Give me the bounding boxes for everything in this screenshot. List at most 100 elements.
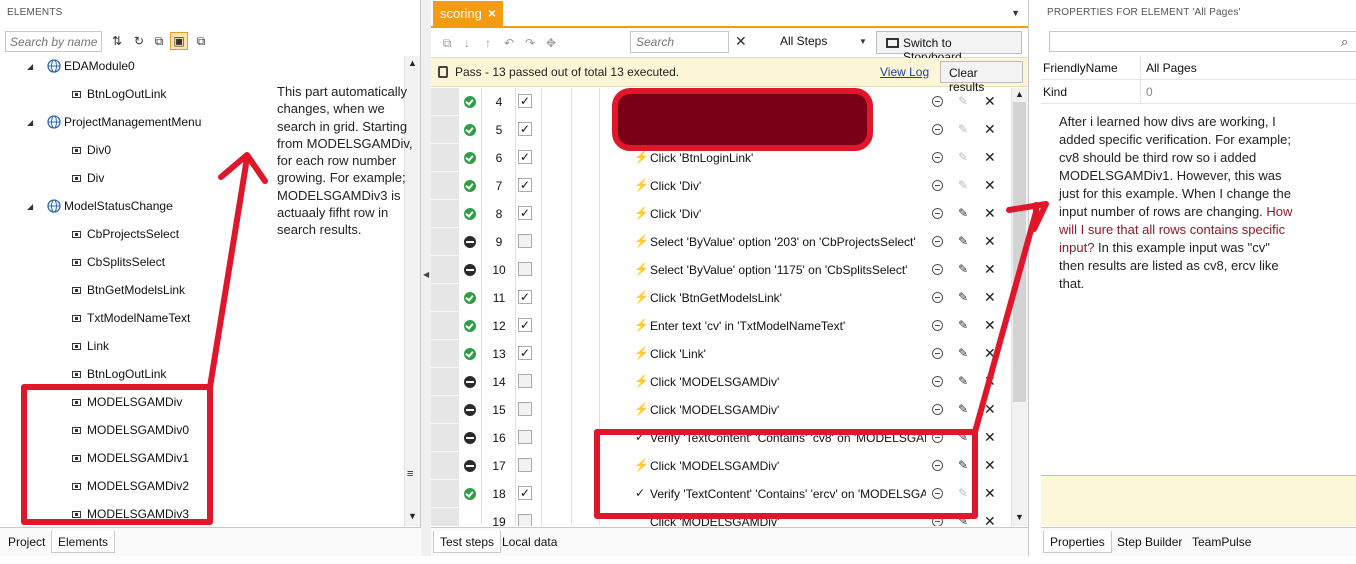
filter-icon[interactable]: ▣ bbox=[170, 32, 188, 50]
edit-pencil-icon[interactable]: ✎ bbox=[958, 150, 968, 164]
step-row[interactable]: 19 Click 'MODELSGAMDiv' ✎ ✕ bbox=[431, 508, 1011, 526]
edit-pencil-icon[interactable]: ✎ bbox=[958, 290, 968, 304]
edit-pencil-icon[interactable]: ✎ bbox=[958, 374, 968, 388]
step-enabled-checkbox[interactable] bbox=[518, 234, 532, 248]
step-options-icon[interactable] bbox=[932, 292, 943, 303]
step-enabled-checkbox[interactable] bbox=[518, 514, 532, 526]
step-description[interactable]: Click 'MODELSGAMDiv' bbox=[650, 459, 926, 473]
edit-pencil-icon[interactable]: ✎ bbox=[958, 514, 968, 526]
step-enabled-checkbox[interactable] bbox=[518, 430, 532, 444]
delete-step-icon[interactable]: ✕ bbox=[984, 289, 996, 306]
step-options-icon[interactable] bbox=[932, 488, 943, 499]
search-icon[interactable]: ⌕ bbox=[1341, 34, 1348, 50]
step-options-icon[interactable] bbox=[932, 376, 943, 387]
step-description[interactable]: Verify 'TextContent' 'Contains' 'cv8' on… bbox=[650, 431, 926, 445]
step-description[interactable]: Click 'MODELSGAMDiv' bbox=[650, 375, 926, 389]
step-enabled-checkbox[interactable]: ✓ bbox=[518, 178, 532, 192]
step-enabled-checkbox[interactable] bbox=[518, 262, 532, 276]
row-drag-handle[interactable] bbox=[431, 452, 459, 480]
edit-pencil-icon[interactable]: ✎ bbox=[958, 234, 968, 248]
step-row[interactable]: 7 ✓ ⚡ Click 'Div' ✎ ✕ bbox=[431, 172, 1011, 200]
delete-step-icon[interactable]: ✕ bbox=[984, 93, 996, 110]
step-row[interactable]: 9 ⚡ Select 'ByValue' option '203' on 'CbPr… bbox=[431, 228, 1011, 256]
tree-element-node[interactable]: CbProjectsSelect bbox=[72, 224, 179, 244]
scroll-up-icon[interactable]: ▲ bbox=[408, 58, 417, 68]
edit-pencil-icon[interactable]: ✎ bbox=[958, 122, 968, 136]
switch-storyboard-button[interactable]: Switch to Storyboard bbox=[876, 31, 1022, 64]
step-row[interactable]: 15 ⚡ Click 'MODELSGAMDiv' ✎ ✕ bbox=[431, 396, 1011, 424]
step-row[interactable]: 8 ✓ ⚡ Click 'Div' ✎ ✕ bbox=[431, 200, 1011, 228]
tab-properties[interactable]: Properties bbox=[1043, 531, 1112, 553]
edit-pencil-icon[interactable]: ✎ bbox=[958, 262, 968, 276]
step-search-input[interactable] bbox=[630, 31, 729, 53]
step-description[interactable]: Click 'BtnLoginLink' bbox=[650, 151, 926, 165]
expand-all-icon[interactable]: ⧉ bbox=[193, 33, 209, 49]
tab-teampulse[interactable]: TeamPulse bbox=[1186, 531, 1257, 553]
step-options-icon[interactable] bbox=[932, 124, 943, 135]
view-log-link[interactable]: View Log bbox=[880, 65, 929, 79]
row-drag-handle[interactable] bbox=[431, 368, 459, 396]
expand-arrow-icon[interactable]: ◢ bbox=[27, 62, 37, 71]
tree-element-node[interactable]: MODELSGAMDiv2 bbox=[72, 476, 189, 496]
scroll-up-icon[interactable]: ▲ bbox=[1015, 89, 1024, 99]
step-options-icon[interactable] bbox=[932, 236, 943, 247]
delete-step-icon[interactable]: ✕ bbox=[984, 401, 996, 418]
row-drag-handle[interactable] bbox=[431, 312, 459, 340]
step-enabled-checkbox[interactable]: ✓ bbox=[518, 122, 532, 136]
tree-element-node[interactable]: CbSplitsSelect bbox=[72, 252, 165, 272]
tree-page-node[interactable]: ◢ ProjectManagementMenu bbox=[27, 112, 201, 132]
row-drag-handle[interactable] bbox=[431, 144, 459, 172]
panel-splitter[interactable]: ◀ bbox=[421, 0, 431, 556]
step-enabled-checkbox[interactable]: ✓ bbox=[518, 318, 532, 332]
step-row[interactable]: 12 ✓ ⚡ Enter text 'cv' in 'TxtModelNameText… bbox=[431, 312, 1011, 340]
step-row[interactable]: 11 ✓ ⚡ Click 'BtnGetModelsLink' ✎ ✕ bbox=[431, 284, 1011, 312]
delete-step-icon[interactable]: ✕ bbox=[984, 149, 996, 166]
tree-element-node[interactable]: MODELSGAMDiv1 bbox=[72, 448, 189, 468]
move-down-icon[interactable]: ↓ bbox=[459, 35, 475, 51]
delete-step-icon[interactable]: ✕ bbox=[984, 121, 996, 138]
edit-pencil-icon[interactable]: ✎ bbox=[958, 178, 968, 192]
step-enabled-checkbox[interactable]: ✓ bbox=[518, 346, 532, 360]
step-options-icon[interactable] bbox=[932, 516, 943, 526]
row-drag-handle[interactable] bbox=[431, 284, 459, 312]
move-icon[interactable]: ✥ bbox=[543, 35, 559, 51]
delete-step-icon[interactable]: ✕ bbox=[984, 177, 996, 194]
delete-step-icon[interactable]: ✕ bbox=[984, 429, 996, 446]
tree-element-node[interactable]: Div0 bbox=[72, 140, 111, 160]
step-description[interactable]: Click 'Div' bbox=[650, 207, 926, 221]
step-description[interactable]: Select 'ByValue' option '203' on 'CbProj… bbox=[650, 235, 926, 249]
property-value[interactable]: 0 bbox=[1146, 85, 1153, 99]
redo-icon[interactable]: ↷ bbox=[522, 35, 538, 51]
scroll-down-icon[interactable]: ▼ bbox=[1015, 512, 1024, 522]
row-drag-handle[interactable] bbox=[431, 256, 459, 284]
edit-pencil-icon[interactable]: ✎ bbox=[958, 486, 968, 500]
step-description[interactable]: Select 'ByValue' option '1175' on 'CbSpl… bbox=[650, 263, 926, 277]
step-enabled-checkbox[interactable]: ✓ bbox=[518, 150, 532, 164]
tree-element-node[interactable]: Link bbox=[72, 336, 109, 356]
step-filter-select[interactable]: All Steps bbox=[780, 34, 827, 48]
step-enabled-checkbox[interactable]: ✓ bbox=[518, 486, 532, 500]
sort-icon[interactable]: ⇅ bbox=[109, 33, 125, 49]
document-tab-scoring[interactable]: scoring × bbox=[433, 1, 503, 26]
step-row[interactable]: 14 ⚡ Click 'MODELSGAMDiv' ✎ ✕ bbox=[431, 368, 1011, 396]
step-row[interactable]: 10 ⚡ Select 'ByValue' option '1175' on 'Cb… bbox=[431, 256, 1011, 284]
undo-icon[interactable]: ↶ bbox=[501, 35, 517, 51]
step-enabled-checkbox[interactable] bbox=[518, 402, 532, 416]
step-enabled-checkbox[interactable]: ✓ bbox=[518, 290, 532, 304]
row-drag-handle[interactable] bbox=[431, 480, 459, 508]
expand-arrow-icon[interactable]: ◢ bbox=[27, 202, 37, 211]
step-description[interactable]: Click 'Link' bbox=[650, 347, 926, 361]
edit-pencil-icon[interactable]: ✎ bbox=[958, 318, 968, 332]
row-drag-handle[interactable] bbox=[431, 172, 459, 200]
delete-step-icon[interactable]: ✕ bbox=[984, 317, 996, 334]
tree-element-node[interactable]: BtnLogOutLink bbox=[72, 84, 166, 104]
step-options-icon[interactable] bbox=[932, 460, 943, 471]
edit-pencil-icon[interactable]: ✎ bbox=[958, 206, 968, 220]
delete-step-icon[interactable]: ✕ bbox=[984, 205, 996, 222]
step-options-icon[interactable] bbox=[932, 404, 943, 415]
tree-element-node[interactable]: MODELSGAMDiv bbox=[72, 392, 182, 412]
scroll-down-icon[interactable]: ▼ bbox=[408, 511, 417, 521]
tab-local-data[interactable]: Local data bbox=[496, 531, 563, 553]
step-enabled-checkbox[interactable]: ✓ bbox=[518, 94, 532, 108]
step-options-icon[interactable] bbox=[932, 96, 943, 107]
